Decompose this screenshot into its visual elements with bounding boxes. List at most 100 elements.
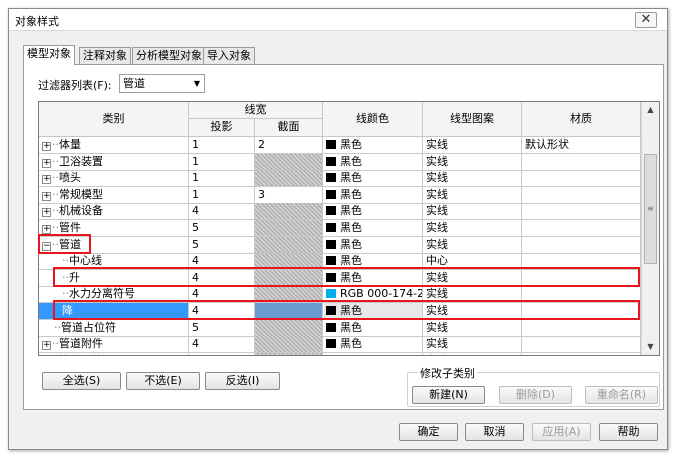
projection-cell[interactable]: 4 — [189, 203, 255, 221]
select-all-button[interactable]: 全选(S) — [42, 372, 121, 390]
line-pattern-cell[interactable]: 实线 — [423, 170, 522, 188]
line-pattern-cell[interactable]: 实线 — [423, 236, 522, 254]
collapse-icon[interactable]: − — [42, 241, 51, 251]
table-row[interactable]: +··常规模型 1 3 黑色 实线 — [39, 186, 641, 204]
table-row[interactable]: −··管道 5 黑色 实线 — [39, 236, 641, 254]
cut-cell[interactable] — [255, 303, 323, 320]
table-row[interactable]: +··管道隔热层4 黑色 实线 — [39, 352, 641, 355]
material-cell[interactable] — [522, 303, 641, 320]
cut-cell[interactable] — [255, 269, 323, 287]
table-row[interactable]: 降 4 黑色 实线 — [39, 303, 641, 320]
material-cell[interactable] — [522, 203, 641, 221]
projection-cell[interactable]: 4 — [189, 303, 255, 320]
table-row[interactable]: ··水力分离符号4RGB 000-174-240实线 — [39, 286, 641, 304]
material-cell[interactable] — [522, 253, 641, 271]
header-cut[interactable]: 截面 — [255, 119, 323, 137]
projection-cell[interactable]: 1 — [189, 153, 255, 171]
projection-cell[interactable]: 1 — [189, 186, 255, 204]
category-cell[interactable]: +··管道附件 — [39, 336, 189, 354]
line-color-cell[interactable]: 黑色 — [323, 336, 423, 354]
vertical-scrollbar[interactable]: ▲ ≡ ▼ — [641, 102, 659, 355]
table-row[interactable]: ··管道占位符 5 黑色 实线 — [39, 319, 641, 337]
expand-icon[interactable]: + — [42, 158, 51, 168]
table-row[interactable]: ··升 4 黑色 实线 — [39, 269, 641, 287]
header-line-pattern[interactable]: 线型图案 — [423, 102, 522, 137]
projection-cell[interactable]: 4 — [189, 253, 255, 271]
material-cell[interactable] — [522, 170, 641, 188]
cut-cell[interactable] — [255, 352, 323, 355]
line-color-cell[interactable]: 黑色 — [323, 319, 423, 337]
expand-icon[interactable]: + — [42, 191, 51, 201]
cut-cell[interactable]: 2 — [255, 137, 323, 154]
delete-subcategory-button[interactable]: 删除(D) — [499, 386, 572, 404]
projection-cell[interactable]: 4 — [189, 286, 255, 304]
apply-button[interactable]: 应用(A) — [532, 423, 591, 441]
category-cell[interactable]: +··常规模型 — [39, 186, 189, 204]
material-cell[interactable] — [522, 352, 641, 355]
line-color-cell[interactable]: 黑色 — [323, 352, 423, 355]
expand-icon[interactable]: + — [42, 225, 51, 234]
tab-model-objects[interactable]: 模型对象 — [23, 45, 75, 65]
line-color-cell[interactable]: 黑色 — [323, 253, 423, 271]
category-cell[interactable]: +··机械设备 — [39, 203, 189, 221]
projection-cell[interactable]: 5 — [189, 319, 255, 337]
cut-cell[interactable] — [255, 286, 323, 304]
expand-icon[interactable]: + — [42, 142, 51, 151]
material-cell[interactable] — [522, 336, 641, 354]
scroll-up-icon[interactable]: ▲ — [642, 102, 659, 118]
line-color-cell[interactable]: RGB 000-174-240 — [323, 286, 423, 304]
line-pattern-cell[interactable]: 实线 — [423, 203, 522, 221]
line-color-cell[interactable]: 黑色 — [323, 137, 423, 154]
table-row[interactable]: +··卫浴装置 1 黑色 实线 — [39, 153, 641, 171]
material-cell[interactable] — [522, 236, 641, 254]
line-color-cell[interactable]: 黑色 — [323, 236, 423, 254]
close-button[interactable]: ✕ — [635, 12, 657, 28]
expand-icon[interactable]: + — [42, 341, 51, 351]
line-color-cell[interactable]: 黑色 — [323, 186, 423, 204]
projection-cell[interactable]: 1 — [189, 137, 255, 154]
projection-cell[interactable]: 4 — [189, 352, 255, 355]
table-row[interactable]: +··管道附件 4 黑色 实线 — [39, 336, 641, 354]
tab-imported-objects[interactable]: 导入对象 — [203, 47, 255, 64]
rename-subcategory-button[interactable]: 重命名(R) — [585, 386, 658, 404]
filter-dropdown[interactable]: 管道 ▼ — [119, 74, 205, 93]
category-cell[interactable]: ··水力分离符号 — [39, 286, 189, 304]
header-line-color[interactable]: 线颜色 — [323, 102, 423, 137]
cut-cell[interactable] — [255, 236, 323, 254]
header-projection[interactable]: 投影 — [189, 119, 255, 137]
projection-cell[interactable]: 5 — [189, 220, 255, 237]
line-pattern-cell[interactable]: 实线 — [423, 137, 522, 154]
ok-button[interactable]: 确定 — [399, 423, 458, 441]
scroll-down-icon[interactable]: ▼ — [642, 339, 659, 355]
cut-cell[interactable] — [255, 319, 323, 337]
scroll-thumb[interactable]: ≡ — [644, 154, 657, 264]
category-cell[interactable]: ··中心线 — [39, 253, 189, 271]
line-color-cell[interactable]: 黑色 — [323, 303, 423, 320]
projection-cell[interactable]: 5 — [189, 236, 255, 254]
line-pattern-cell[interactable]: 实线 — [423, 220, 522, 237]
line-color-cell[interactable]: 黑色 — [323, 269, 423, 287]
line-color-cell[interactable]: 黑色 — [323, 170, 423, 188]
material-cell[interactable] — [522, 286, 641, 304]
cut-cell[interactable] — [255, 203, 323, 221]
line-pattern-cell[interactable]: 实线 — [423, 303, 522, 320]
cut-cell[interactable] — [255, 253, 323, 271]
line-color-cell[interactable]: 黑色 — [323, 153, 423, 171]
category-cell[interactable]: −··管道 — [39, 236, 189, 254]
invert-selection-button[interactable]: 反选(I) — [205, 372, 280, 390]
cut-cell[interactable] — [255, 336, 323, 354]
material-cell[interactable] — [522, 220, 641, 237]
line-pattern-cell[interactable]: 实线 — [423, 153, 522, 171]
table-row[interactable]: +··机械设备 4 黑色 实线 — [39, 203, 641, 221]
projection-cell[interactable]: 4 — [189, 336, 255, 354]
category-cell[interactable]: +··管件 — [39, 220, 189, 237]
category-cell[interactable]: ··升 — [39, 269, 189, 287]
expand-icon[interactable]: + — [42, 208, 51, 218]
category-cell[interactable]: +··管道隔热层 — [39, 352, 189, 355]
line-pattern-cell[interactable]: 实线 — [423, 269, 522, 287]
category-cell[interactable]: +··喷头 — [39, 170, 189, 188]
projection-cell[interactable]: 1 — [189, 170, 255, 188]
material-cell[interactable] — [522, 319, 641, 337]
cut-cell[interactable]: 3 — [255, 186, 323, 204]
header-material[interactable]: 材质 — [522, 102, 641, 137]
